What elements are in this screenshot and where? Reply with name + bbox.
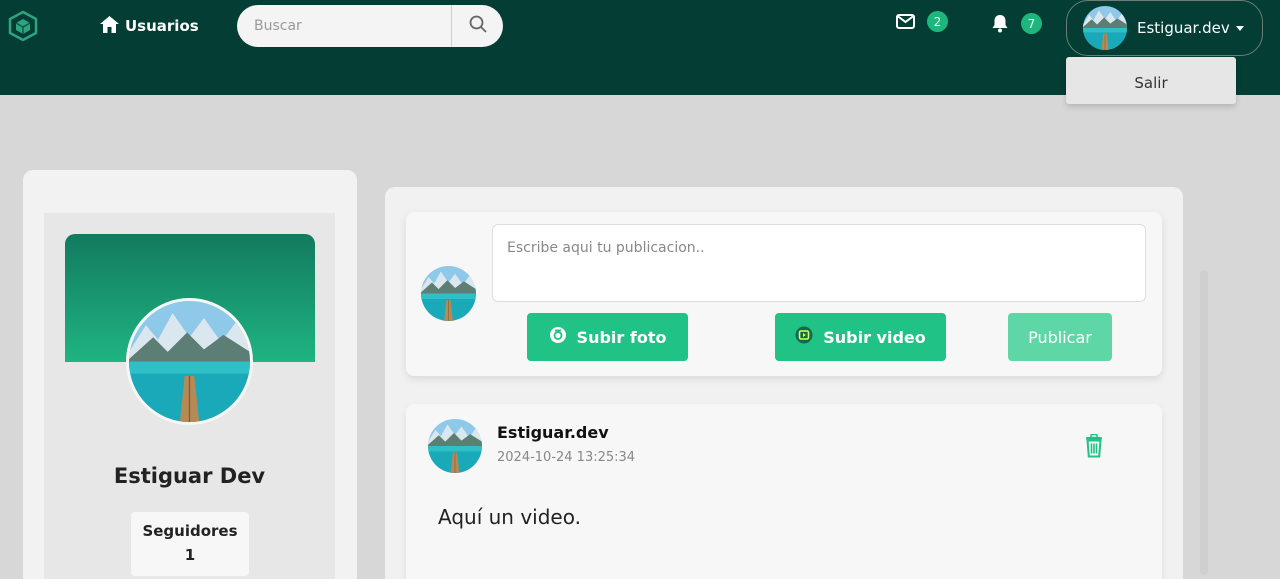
upload-video-button[interactable]: Subir video	[775, 313, 946, 361]
post-author[interactable]: Estiguar.dev	[497, 423, 609, 442]
post-input[interactable]	[492, 224, 1146, 302]
caret-down-icon	[1235, 25, 1244, 31]
notifications-count-badge: 7	[1021, 13, 1042, 34]
profile-name: Estiguar Dev	[113, 464, 266, 488]
trash-icon[interactable]	[1084, 433, 1104, 458]
messages-count-badge: 2	[927, 11, 948, 32]
app-logo-icon[interactable]	[8, 10, 38, 42]
camera-icon	[549, 326, 567, 348]
followers-count: 1	[184, 546, 196, 564]
search-icon	[469, 15, 487, 37]
messages-button[interactable]: 2	[896, 11, 948, 33]
nav-users-label: Usuarios	[125, 17, 199, 35]
upload-photo-button[interactable]: Subir foto	[527, 313, 688, 361]
nav-users-link[interactable]: Usuarios	[100, 14, 199, 38]
search-button[interactable]	[451, 5, 503, 47]
search-bar	[237, 5, 503, 47]
envelope-icon	[896, 14, 915, 33]
user-dropdown-menu: Salir	[1066, 57, 1236, 104]
followers-box[interactable]: Seguidores 1	[131, 512, 249, 576]
avatar	[421, 266, 476, 321]
upload-photo-label: Subir foto	[576, 327, 667, 347]
bell-icon	[991, 14, 1009, 37]
avatar	[1083, 6, 1127, 50]
followers-label: Seguidores	[142, 522, 238, 540]
search-input[interactable]	[237, 5, 451, 47]
post-timestamp: 2024-10-24 13:25:34	[497, 450, 636, 465]
notifications-button[interactable]: 7	[991, 13, 1042, 37]
video-icon	[795, 326, 813, 348]
publish-button[interactable]: Publicar	[1008, 313, 1112, 361]
logout-menu-item[interactable]: Salir	[1066, 74, 1236, 92]
post-content: Aquí un video.	[438, 505, 581, 529]
avatar[interactable]	[428, 419, 482, 473]
profile-avatar[interactable]	[126, 298, 253, 425]
username-label: Estiguar.dev	[1137, 19, 1230, 37]
upload-video-label: Subir video	[823, 327, 926, 347]
home-icon	[100, 15, 119, 37]
scrollbar[interactable]	[1200, 270, 1208, 575]
user-menu-toggle[interactable]: Estiguar.dev	[1066, 0, 1263, 56]
